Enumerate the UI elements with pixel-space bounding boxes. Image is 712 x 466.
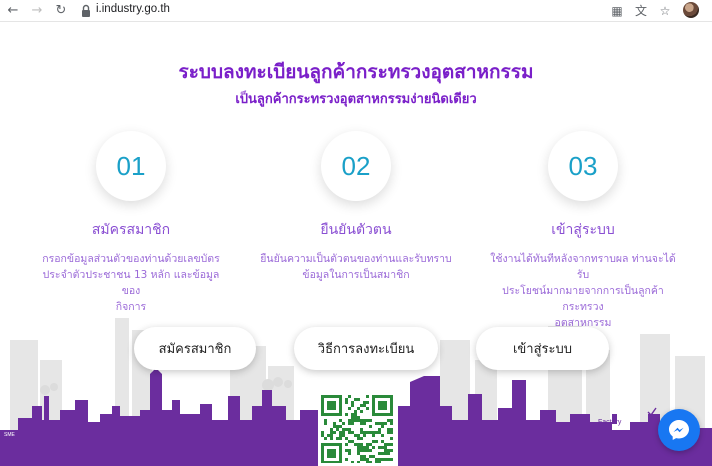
step-title: ยืนยันตัวตน	[320, 222, 392, 238]
step-description-line: ประจำตัวประชาชน 13 หลัก และข้อมูลของ	[42, 269, 220, 297]
page-subtitle: เป็นลูกค้ากระทรวงอุตสาหกรรมง่ายนิดเดียว	[235, 92, 477, 107]
qr-code-icon	[321, 395, 393, 464]
lock-icon[interactable]	[80, 4, 92, 18]
browser-toolbar: ← → ↻ i.industry.go.th ▦ 文 ☆	[0, 0, 712, 22]
star-icon[interactable]: ☆	[656, 2, 674, 20]
qr-code	[318, 392, 396, 466]
step-number-circle: 03	[548, 131, 618, 201]
step-description-line: ข้อมูลในการเป็นสมาชิก	[302, 269, 410, 281]
step-description-line: กรอกข้อมูลส่วนตัวของท่านด้วยเลขบัตร	[42, 253, 220, 265]
sme-label: SME	[4, 432, 16, 438]
factory-label: Factory	[598, 419, 622, 426]
translate-icon[interactable]: 文	[632, 2, 650, 20]
step-login: 03 เข้าสู่ระบบ ใช้งานได้ทันทีหลังจากทราบ…	[483, 131, 683, 331]
step-number-circle: 02	[321, 131, 391, 201]
step-description: กรอกข้อมูลส่วนตัวของท่านด้วยเลขบัตร ประจ…	[31, 251, 231, 315]
step-number-circle: 01	[96, 131, 166, 201]
reload-icon[interactable]: ↻	[52, 2, 70, 20]
address-bar[interactable]: i.industry.go.th	[96, 3, 170, 15]
register-button[interactable]: สมัครสมาชิก	[134, 327, 256, 370]
step-register: 01 สมัครสมาชิก กรอกข้อมูลส่วนตัวของท่านด…	[31, 131, 231, 315]
step-verify: 02 ยืนยันตัวตน ยืนยันความเป็นตัวตนของท่า…	[256, 131, 456, 283]
how-to-register-button[interactable]: วิธีการลงทะเบียน	[294, 327, 438, 370]
page-title: ระบบลงทะเบียนลูกค้ากระทรวงอุตสาหกรรม	[178, 61, 534, 83]
forward-arrow-icon[interactable]: →	[28, 2, 46, 20]
step-title: เข้าสู่ระบบ	[551, 222, 615, 238]
step-title: สมัครสมาชิก	[91, 222, 171, 238]
step-description-line: ยืนยันความเป็นตัวตนของท่านและรับทราบ	[260, 253, 452, 265]
login-button[interactable]: เข้าสู่ระบบ	[476, 327, 609, 370]
messenger-chat-button[interactable]	[658, 409, 700, 451]
messenger-icon	[669, 420, 689, 440]
back-arrow-icon[interactable]: ←	[4, 2, 22, 20]
step-description: ยืนยันความเป็นตัวตนของท่านและรับทราบ ข้อ…	[256, 251, 456, 283]
qr-code-icon[interactable]: ▦	[608, 2, 626, 20]
step-description-line: ใช้งานได้ทันทีหลังจากทราบผล ท่านจะได้รับ	[490, 253, 676, 281]
avatar[interactable]	[683, 2, 699, 18]
